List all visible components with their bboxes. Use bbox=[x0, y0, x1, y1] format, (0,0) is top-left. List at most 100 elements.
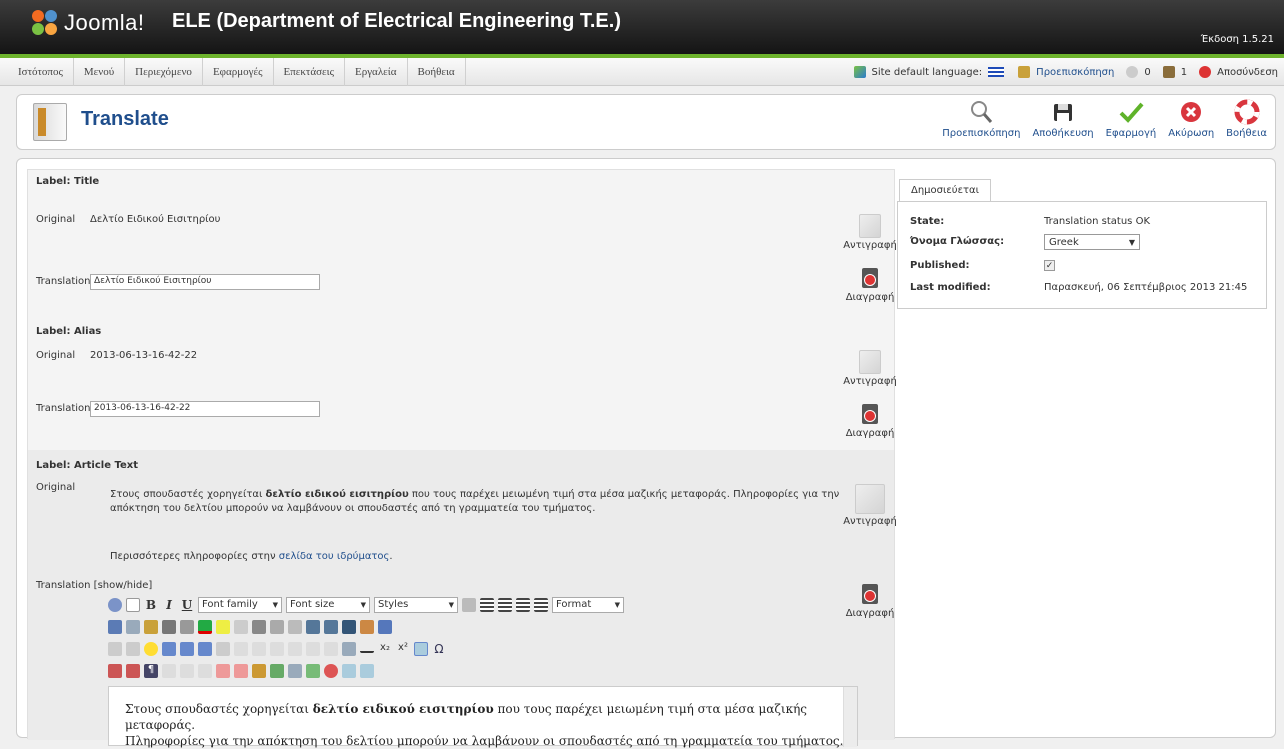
cleanup-icon[interactable] bbox=[360, 620, 374, 634]
delete-row-icon[interactable] bbox=[288, 642, 302, 656]
preview-button[interactable]: Προεπισκόπηση bbox=[940, 99, 1022, 139]
align-center-icon[interactable] bbox=[498, 598, 512, 612]
menu-item-extensions[interactable]: Επεκτάσεις bbox=[274, 58, 345, 86]
numbered-list-icon[interactable] bbox=[324, 620, 338, 634]
horizontal-rule-icon[interactable] bbox=[360, 645, 374, 653]
title-copy-button[interactable]: Αντιγραφή bbox=[842, 214, 898, 251]
text-color-icon[interactable] bbox=[198, 620, 212, 634]
menu-item-help[interactable]: Βοήθεια bbox=[408, 58, 466, 86]
nonbreaking-icon[interactable] bbox=[288, 664, 302, 678]
pagebreak-icon[interactable] bbox=[324, 664, 338, 678]
institution-page-link[interactable]: σελίδα του ιδρύματος bbox=[279, 551, 390, 562]
ltr-icon[interactable] bbox=[108, 642, 122, 656]
merge-cells-icon[interactable] bbox=[324, 642, 338, 656]
code-view-icon[interactable] bbox=[360, 664, 374, 678]
menu-item-components[interactable]: Εφαρμογές bbox=[203, 58, 274, 86]
logout-link[interactable]: Αποσύνδεση bbox=[1217, 67, 1278, 78]
new-document-icon[interactable] bbox=[126, 598, 140, 612]
align-right-icon[interactable] bbox=[516, 598, 530, 612]
acronym-icon[interactable] bbox=[198, 664, 212, 678]
alias-translation-input[interactable]: 2013-06-13-16-42-22 bbox=[90, 401, 320, 417]
image-icon[interactable] bbox=[162, 642, 176, 656]
layer-icon[interactable] bbox=[270, 664, 284, 678]
apply-button[interactable]: Εφαρμογή bbox=[1104, 99, 1159, 139]
paste-icon[interactable] bbox=[144, 620, 158, 634]
replace-icon[interactable] bbox=[180, 620, 194, 634]
trash-icon bbox=[859, 266, 881, 290]
show-blocks-icon[interactable]: ¶ bbox=[144, 664, 158, 678]
template-icon[interactable] bbox=[198, 642, 212, 656]
alias-copy-button[interactable]: Αντιγραφή bbox=[842, 350, 898, 387]
delete-mark-icon[interactable] bbox=[216, 664, 230, 678]
article-translation-toggle[interactable]: Translation [show/hide] bbox=[36, 580, 152, 591]
save-button[interactable]: Αποθήκευση bbox=[1030, 99, 1095, 139]
rtl-icon[interactable] bbox=[126, 642, 140, 656]
anchor-icon[interactable] bbox=[342, 620, 356, 634]
abbr-icon[interactable] bbox=[180, 664, 194, 678]
cite-icon[interactable] bbox=[162, 664, 176, 678]
underline-icon[interactable]: U bbox=[180, 598, 194, 612]
tab-published[interactable]: Δημοσιεύεται bbox=[899, 179, 991, 201]
outdent-icon[interactable] bbox=[234, 620, 248, 634]
find-icon[interactable] bbox=[162, 620, 176, 634]
menu-item-content[interactable]: Περιεχόμενο bbox=[125, 58, 203, 86]
title-translation-input[interactable]: Δελτίο Ειδικού Εισιτηρίου bbox=[90, 274, 320, 290]
alias-delete-button[interactable]: Διαγραφή bbox=[842, 402, 898, 439]
editor-content-area[interactable]: Στους σπουδαστές χορηγείται δελτίο ειδικ… bbox=[108, 686, 858, 748]
help-icon[interactable] bbox=[108, 598, 122, 612]
font-size-select[interactable]: Font size ▼ bbox=[286, 597, 370, 613]
undo-icon[interactable] bbox=[270, 620, 284, 634]
align-justify-icon[interactable] bbox=[534, 598, 548, 612]
spellcheck-icon[interactable] bbox=[108, 664, 122, 678]
editor-content-text: Στους σπουδαστές χορηγείται δελτίο ειδικ… bbox=[125, 702, 844, 748]
logout-icon[interactable] bbox=[1199, 66, 1212, 78]
emoticon-icon[interactable] bbox=[144, 642, 158, 656]
menu-item-menus[interactable]: Μενού bbox=[74, 58, 126, 86]
published-checkbox[interactable]: ✓ bbox=[1044, 260, 1055, 271]
styles-select[interactable]: Styles ▼ bbox=[374, 597, 458, 613]
strikethrough-icon[interactable] bbox=[462, 598, 476, 612]
help-button[interactable]: Βοήθεια bbox=[1224, 99, 1269, 139]
link-icon[interactable] bbox=[378, 620, 392, 634]
superscript-icon[interactable]: x² bbox=[396, 642, 410, 656]
state-value: Translation status OK bbox=[1044, 216, 1151, 227]
insert-mark-icon[interactable] bbox=[234, 664, 248, 678]
messages-icon[interactable] bbox=[1126, 66, 1139, 78]
visual-aid-icon[interactable] bbox=[414, 642, 428, 656]
bold-icon[interactable]: B bbox=[144, 598, 158, 612]
copy-text-icon[interactable] bbox=[126, 620, 140, 634]
article-copy-button[interactable]: Αντιγραφή bbox=[842, 484, 898, 527]
cut-icon[interactable] bbox=[108, 620, 122, 634]
italic-icon[interactable]: I bbox=[162, 598, 176, 612]
table-props-icon[interactable] bbox=[252, 642, 266, 656]
menu-item-site[interactable]: Ιστότοπος bbox=[8, 58, 74, 86]
font-family-select[interactable]: Font family ▼ bbox=[198, 597, 282, 613]
preview-site-link[interactable]: Προεπισκόπηση bbox=[1036, 67, 1114, 78]
spellchecker-icon[interactable] bbox=[306, 664, 320, 678]
bullet-list-icon[interactable] bbox=[306, 620, 320, 634]
format-select[interactable]: Format ▼ bbox=[552, 597, 624, 613]
greek-flag-icon[interactable] bbox=[988, 67, 1005, 77]
fullscreen-icon[interactable] bbox=[342, 664, 356, 678]
preview-icon[interactable] bbox=[180, 642, 194, 656]
joomla-logo[interactable]: Joomla! bbox=[32, 8, 145, 38]
table-icon[interactable] bbox=[234, 642, 248, 656]
indent-icon[interactable] bbox=[252, 620, 266, 634]
insert-row-icon[interactable] bbox=[270, 642, 284, 656]
cancel-icon bbox=[1178, 99, 1204, 125]
subscript-icon[interactable]: x₂ bbox=[378, 642, 392, 656]
editor-scrollbar[interactable] bbox=[843, 687, 857, 747]
special-char-icon[interactable]: Ω bbox=[432, 642, 446, 656]
language-select[interactable]: Greek ▼ bbox=[1044, 234, 1140, 250]
highlight-icon[interactable] bbox=[216, 620, 230, 634]
menu-item-tools[interactable]: Εργαλεία bbox=[345, 58, 408, 86]
attributes-icon[interactable] bbox=[252, 664, 266, 678]
cancel-button[interactable]: Ακύρωση bbox=[1166, 99, 1216, 139]
insert-col-icon[interactable] bbox=[306, 642, 320, 656]
media-icon[interactable] bbox=[216, 642, 230, 656]
print-icon[interactable] bbox=[342, 642, 356, 656]
paste-word-icon[interactable] bbox=[126, 664, 140, 678]
title-delete-button[interactable]: Διαγραφή bbox=[842, 266, 898, 303]
redo-icon[interactable] bbox=[288, 620, 302, 634]
align-left-icon[interactable] bbox=[480, 598, 494, 612]
